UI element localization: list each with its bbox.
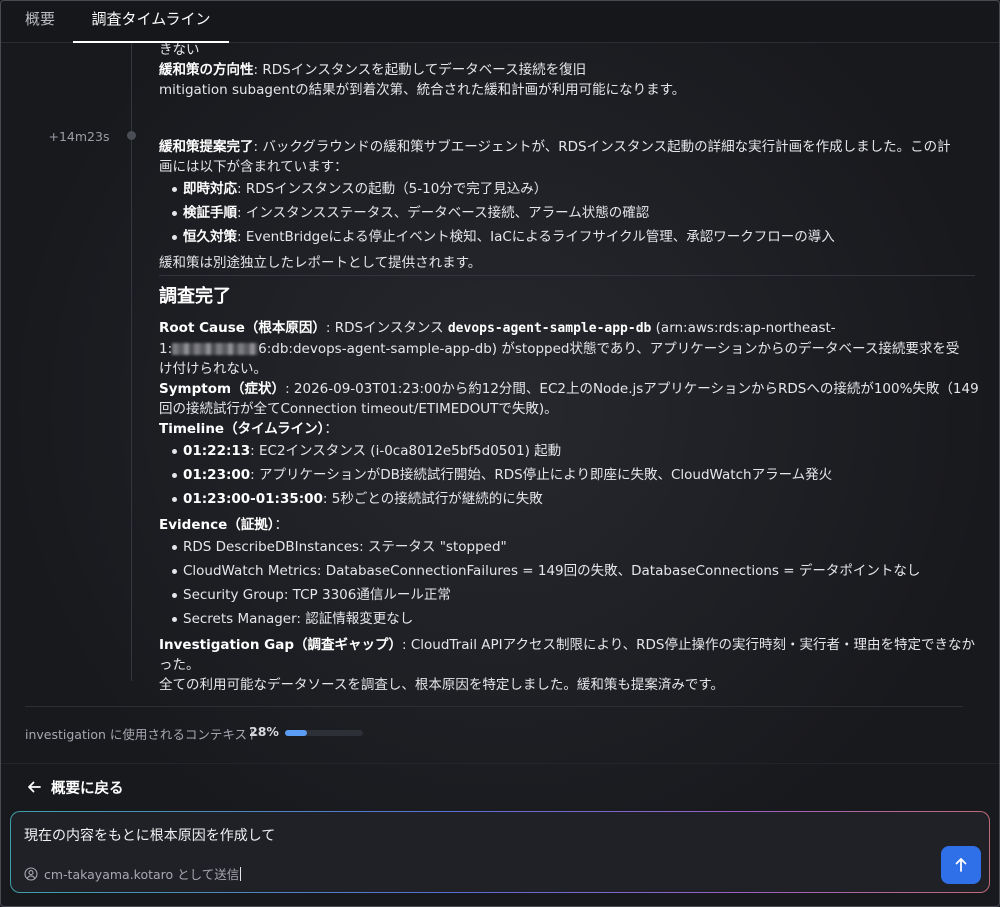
list-item: 検証手順: インスタンスステータス、データベース接続、アラーム状態の確認 [159, 201, 975, 225]
investigation-timeline[interactable]: +14m23s きない 緩和策の方向性: RDSインスタンスを起動してデータベー… [1, 43, 999, 703]
context-usage-fill [285, 730, 307, 736]
root-cause-line: 1: 6:db:devops-agent-sample-app-db) がstop… [159, 339, 975, 359]
root-cause-text: : RDSインスタンス [325, 320, 448, 336]
timeline-timestamp: +14m23s [48, 129, 110, 144]
report-title: 調査完了 [159, 286, 231, 307]
entry-line: 緩和策の方向性: RDSインスタンスを起動してデータベース接続を復旧 [159, 60, 975, 80]
back-to-overview-button[interactable]: 概要に戻る [27, 776, 124, 798]
send-button[interactable] [941, 846, 981, 884]
entry-text: : RDSインスタンスを起動してデータベース接続を復旧 [253, 62, 587, 78]
event-time: 01:23:00-01:35:00 [183, 491, 323, 507]
chat-composer: 現在の内容をもとに根本原因を作成して cm-takayama.kotaro とし… [10, 811, 990, 893]
timeline-dot [127, 131, 136, 140]
root-cause-text: 1: [159, 341, 173, 357]
context-usage-label: investigation に使用されるコンテキスト [25, 727, 260, 742]
gap-line: Investigation Gap（調査ギャップ）: CloudTrail AP… [159, 635, 975, 655]
evidence-heading: Evidence（証拠）： [159, 515, 975, 535]
entry-text: きない [159, 43, 200, 58]
divider [159, 275, 975, 276]
list-item-label: 恒久対策 [183, 229, 237, 245]
list-item: 01:23:00-01:35:00: 5秒ごとの接続試行が継続的に失敗 [159, 487, 975, 511]
root-cause-line: Root Cause（根本原因）: RDSインスタンス devops-agent… [159, 318, 975, 339]
root-cause-text: 6:db:devops-agent-sample-app-db) がstoppe… [258, 341, 960, 357]
conclusion-text: 全ての利用可能なデータソースを調査し、根本原因を特定しました。緩和策も提案済みで… [159, 677, 724, 693]
list-item: Secrets Manager: 認証情報変更なし [159, 607, 975, 631]
entry-text: 緩和策は別途独立したレポートとして提供されます。 [159, 255, 482, 271]
chat-input[interactable]: 現在の内容をもとに根本原因を作成して [24, 825, 275, 845]
event-timeline-list: 01:22:13: EC2インスタンス (i-0ca8012e5bf5d0501… [159, 439, 975, 511]
list-item: 即時対応: RDSインスタンスの起動（5-10分で完了見込み） [159, 177, 975, 201]
evidence-list: RDS DescribeDBInstances: ステータス "stopped"… [159, 535, 975, 631]
timeline-content: きない 緩和策の方向性: RDSインスタンスを起動してデータベース接続を復旧 m… [159, 43, 979, 695]
gap-label: Investigation Gap（調査ギャップ） [159, 637, 402, 653]
entry-text: mitigation subagentの結果が到着次第、統合された緩和計画が利用… [159, 82, 686, 98]
user-icon [24, 866, 38, 881]
gap-text: った。 [159, 657, 200, 673]
list-item-text: : RDSインスタンスの起動（5-10分で完了見込み） [237, 181, 548, 197]
event-text: : 5秒ごとの接続試行が継続的に失敗 [322, 491, 543, 507]
evidence-label: Evidence（証拠） [159, 517, 275, 533]
event-text: : アプリケーションがDB接続試行開始、RDS停止により即座に失敗、CloudW… [250, 467, 833, 483]
db-instance-id: devops-agent-sample-app-db [447, 321, 652, 336]
entry-label: 緩和策の方向性 [159, 62, 254, 78]
root-cause-text: (arn:aws:rds:ap-northeast- [651, 320, 836, 336]
back-label: 概要に戻る [51, 780, 124, 797]
list-item-label: 即時対応 [183, 181, 237, 197]
list-item-text: : EventBridgeによる停止イベント検知、IaCによるライフサイクル管理… [237, 229, 835, 245]
colon: ： [274, 517, 289, 533]
app-frame: 概要 調査タイムライン +14m23s きない 緩和策の方向性: RDSインスタ… [0, 0, 1000, 907]
divider [1, 763, 999, 764]
timeline-heading: Timeline（タイムライン）： [159, 419, 975, 439]
list-item: 01:23:00: アプリケーションがDB接続試行開始、RDS停止により即座に失… [159, 463, 975, 487]
entry-text: 画には以下が含まれています： [159, 159, 348, 175]
arrow-up-icon [955, 858, 967, 872]
gap-text: : CloudTrail APIアクセス制限により、RDS停止操作の実行時刻・実… [402, 637, 975, 653]
sender-label: cm-takayama.kotaro として送信 [44, 867, 240, 882]
entry-text: : バックグラウンドの緩和策サブエージェントが、RDSインスタンス起動の詳細な実… [253, 139, 951, 155]
event-time: 01:23:00 [183, 467, 251, 483]
symptom-text: : 2026-09-03T01:23:00から約12分間、EC2上のNode.j… [285, 381, 979, 397]
symptom-text: 回の接続試行が全てConnection timeout/ETIMEDOUTで失敗… [159, 401, 558, 417]
root-cause-label: Root Cause（根本原因） [159, 320, 326, 336]
context-usage-bar [285, 730, 363, 736]
sender-info: cm-takayama.kotaro として送信 [24, 864, 242, 883]
list-item-label: 検証手順 [183, 205, 237, 221]
list-item: Security Group: TCP 3306通信ルール正常 [159, 583, 975, 607]
list-item-text: : インスタンスステータス、データベース接続、アラーム状態の確認 [237, 205, 650, 221]
redacted-account-id [172, 343, 259, 355]
colon: ： [324, 421, 338, 437]
tab-investigation-timeline[interactable]: 調査タイムライン [73, 1, 229, 43]
list-item: 恒久対策: EventBridgeによる停止イベント検知、IaCによるライフサイ… [159, 225, 975, 249]
arrow-left-icon [28, 781, 41, 793]
entry-label: 緩和策提案完了 [159, 139, 254, 155]
chat-composer-inner: 現在の内容をもとに根本原因を作成して cm-takayama.kotaro とし… [11, 812, 989, 892]
timeline-label: Timeline（タイムライン） [159, 421, 325, 437]
event-time: 01:22:13 [183, 443, 251, 459]
text-caret [240, 866, 242, 881]
symptom-label: Symptom（症状） [159, 381, 286, 397]
list-item: CloudWatch Metrics: DatabaseConnectionFa… [159, 559, 975, 583]
tab-overview[interactable]: 概要 [11, 1, 69, 43]
tab-bar: 概要 調査タイムライン [1, 1, 999, 43]
mitigation-list: 即時対応: RDSインスタンスの起動（5-10分で完了見込み） 検証手順: イン… [159, 177, 975, 249]
context-usage-percent: 28% [249, 724, 279, 739]
entry-line: 緩和策提案完了: バックグラウンドの緩和策サブエージェントが、RDSインスタンス… [159, 137, 975, 157]
list-item: 01:22:13: EC2インスタンス (i-0ca8012e5bf5d0501… [159, 439, 975, 463]
event-text: : EC2インスタンス (i-0ca8012e5bf5d0501) 起動 [250, 443, 562, 459]
root-cause-text: け付けられない。 [159, 361, 267, 377]
symptom-line: Symptom（症状）: 2026-09-03T01:23:00から約12分間、… [159, 379, 979, 399]
list-item: RDS DescribeDBInstances: ステータス "stopped" [159, 535, 975, 559]
divider [25, 706, 963, 707]
